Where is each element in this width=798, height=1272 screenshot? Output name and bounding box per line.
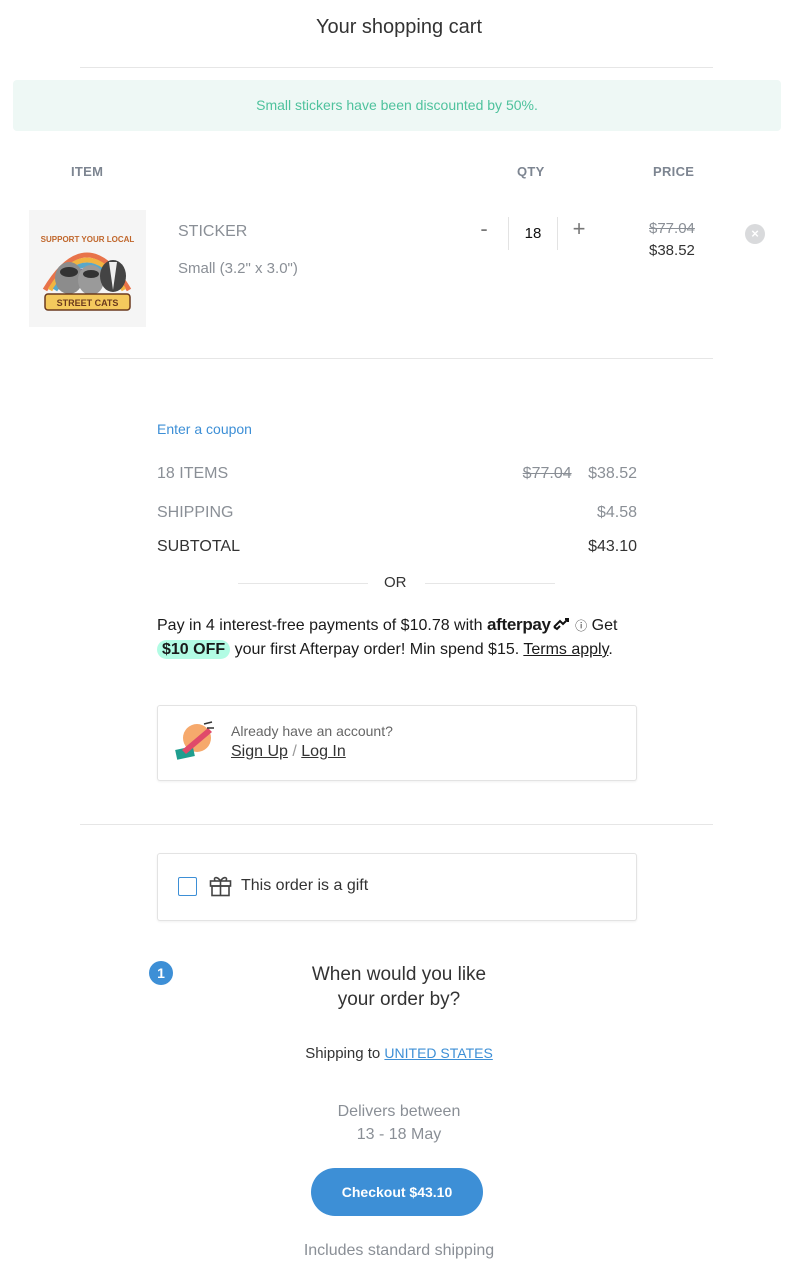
afterpay-arrows-icon xyxy=(553,618,569,631)
subtotal-label: SUBTOTAL xyxy=(157,538,240,555)
country-link[interactable]: UNITED STATES xyxy=(384,1045,492,1061)
account-illustration-icon xyxy=(175,721,214,760)
afterpay-discount-badge: $10 OFF xyxy=(157,640,231,659)
account-prompt: Already have an account? xyxy=(231,723,393,739)
gift-label[interactable]: This order is a gift xyxy=(241,877,368,895)
discounted-price: $38.52 xyxy=(649,242,695,259)
log-in-link[interactable]: Log In xyxy=(301,743,345,760)
remove-item-icon[interactable]: × xyxy=(745,224,765,244)
account-card: Already have an account? Sign Up / Log I… xyxy=(157,705,637,781)
or-label: OR xyxy=(384,574,407,591)
subtotal-price: $43.10 xyxy=(588,538,637,555)
page-title: Your shopping cart xyxy=(315,16,483,38)
items-original-price: $77.04 xyxy=(522,465,572,482)
items-label: 18 ITEMS xyxy=(157,465,229,482)
afterpay-terms-link[interactable]: Terms apply xyxy=(523,641,608,658)
delivers-between-label: Delivers between xyxy=(337,1103,461,1120)
subtotal-row: SUBTOTAL $43.10 xyxy=(157,538,637,556)
qty-decrease-button[interactable]: - xyxy=(474,216,494,242)
divider xyxy=(80,824,713,825)
svg-text:STREET CATS: STREET CATS xyxy=(57,298,119,308)
enter-coupon-link[interactable]: Enter a coupon xyxy=(157,421,252,437)
afterpay-get-text: Get xyxy=(591,617,618,634)
original-price: $77.04 xyxy=(649,220,695,237)
gift-icon xyxy=(209,876,232,897)
product-variant: Small (3.2" x 3.0") xyxy=(178,260,298,277)
items-price: $38.52 xyxy=(588,465,637,482)
delivery-dates: 13 - 18 May xyxy=(356,1126,442,1143)
divider xyxy=(80,358,713,359)
delivery-heading-line1: When would you like xyxy=(311,964,487,985)
qty-increase-button[interactable]: + xyxy=(569,216,589,242)
sticker-image: STREET CATS SUPPORT YOUR LOCAL xyxy=(41,235,135,311)
or-divider-right xyxy=(425,583,555,584)
divider xyxy=(80,67,713,68)
shipping-to-label: Shipping to xyxy=(305,1045,381,1062)
afterpay-text: Pay in 4 interest-free payments of $10.7… xyxy=(157,617,483,634)
items-summary-row: 18 ITEMS $77.04 $38.52 xyxy=(157,465,637,483)
afterpay-offer-text: your first Afterpay order! Min spend $15… xyxy=(234,641,520,658)
gift-checkbox[interactable] xyxy=(178,877,197,896)
afterpay-info-icon[interactable]: ⓘ xyxy=(575,619,587,633)
product-thumbnail[interactable]: STREET CATS SUPPORT YOUR LOCAL xyxy=(29,210,146,327)
svg-text:SUPPORT YOUR LOCAL: SUPPORT YOUR LOCAL xyxy=(41,235,135,244)
shipping-label: SHIPPING xyxy=(157,504,234,521)
qty-input[interactable]: 18 xyxy=(508,217,558,250)
sign-up-link[interactable]: Sign Up xyxy=(231,743,288,760)
afterpay-logo: afterpay xyxy=(486,615,551,634)
afterpay-period: . xyxy=(608,641,613,658)
column-header-qty: QTY xyxy=(517,164,545,179)
column-header-price: PRICE xyxy=(653,164,695,179)
or-divider-left xyxy=(238,583,368,584)
account-separator: / xyxy=(292,743,297,760)
shipping-destination: Shipping to UNITED STATES xyxy=(0,1045,798,1062)
product-name[interactable]: STICKER xyxy=(178,223,247,241)
checkout-button[interactable]: Checkout $43.10 xyxy=(311,1168,483,1216)
discount-banner: Small stickers have been discounted by 5… xyxy=(13,80,781,131)
delivery-estimate: Delivers between 13 - 18 May xyxy=(0,1100,798,1146)
shipping-price: $4.58 xyxy=(596,504,637,521)
afterpay-message: Pay in 4 interest-free payments of $10.7… xyxy=(157,613,647,662)
account-links: Sign Up / Log In xyxy=(231,743,346,761)
column-header-item: ITEM xyxy=(71,164,104,179)
delivery-heading-line2: your order by? xyxy=(337,989,461,1010)
shipping-summary-row: SHIPPING $4.58 xyxy=(157,504,637,522)
shipping-footnote: Includes standard shipping xyxy=(303,1242,495,1259)
delivery-heading: When would you like your order by? xyxy=(0,962,798,1012)
